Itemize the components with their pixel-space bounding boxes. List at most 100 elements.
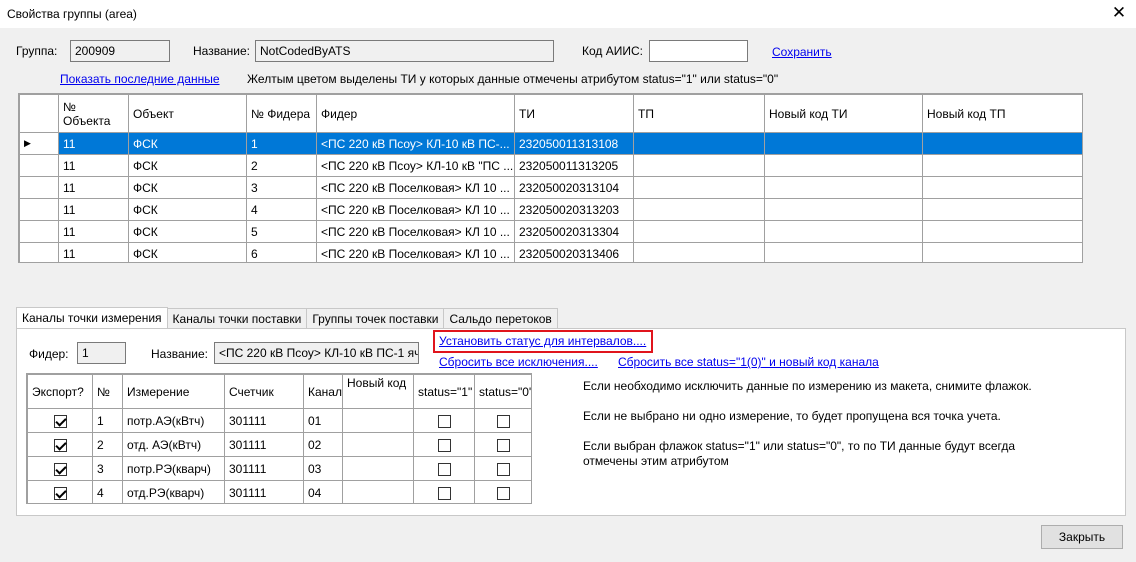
cell-feeder-no[interactable]: 6 (246, 242, 317, 262)
cell-channel[interactable]: 03 (303, 456, 343, 481)
cell-obj[interactable]: 11 (58, 198, 129, 221)
cell-ti[interactable]: 232050011313108 (514, 132, 634, 155)
col-feeder[interactable]: Фидер (316, 94, 515, 133)
channel-row[interactable]: 4 отд.РЭ(кварч) 301111 04 (27, 480, 531, 503)
cell-channel[interactable]: 04 (303, 480, 343, 503)
channels-grid[interactable]: Экспорт? № Измерение Счетчик Канал Новый… (26, 373, 532, 504)
cell-ti[interactable]: 232050020313406 (514, 242, 634, 262)
channel-row[interactable]: 2 отд. АЭ(кВтч) 301111 02 (27, 432, 531, 457)
cell-obj[interactable]: 11 (58, 220, 129, 243)
cell-feeder[interactable]: <ПС 220 кВ Поселковая> КЛ 10 ... (316, 220, 515, 243)
cell-new-code[interactable] (342, 480, 414, 503)
table-row[interactable]: 11 ФСК 4 <ПС 220 кВ Поселковая> КЛ 10 ... 23… (19, 198, 1082, 221)
col-status-0[interactable]: status="0" (474, 374, 531, 409)
cell-feeder-no[interactable]: 1 (246, 132, 317, 155)
status-0-checkbox[interactable] (497, 462, 510, 476)
cell-feeder[interactable]: <ПС 220 кВ Псоу> КЛ-10 кВ "ПС ... (316, 154, 515, 177)
cell-object[interactable]: ФСК (128, 154, 247, 177)
cell-feeder[interactable]: <ПС 220 кВ Поселковая> КЛ 10 ... (316, 242, 515, 262)
cell-new-ti[interactable] (764, 220, 923, 243)
cell-new-ti[interactable] (764, 176, 923, 199)
status-0-checkbox[interactable] (497, 414, 510, 428)
col-new-tp[interactable]: Новый код ТП (922, 94, 1082, 133)
cell-new-ti[interactable] (764, 132, 923, 155)
cell-object[interactable]: ФСК (128, 198, 247, 221)
row-header[interactable] (19, 198, 59, 221)
cell-object[interactable]: ФСК (128, 132, 247, 155)
main-grid[interactable]: № Объекта Объект № Фидера Фидер ТИ ТП Но… (18, 93, 1083, 263)
export-checkbox[interactable] (53, 486, 67, 500)
export-checkbox[interactable] (53, 462, 67, 476)
show-last-data-link[interactable]: Показать последние данные (60, 72, 220, 86)
cell-channel[interactable]: 01 (303, 408, 343, 433)
cell-new-tp[interactable] (922, 132, 1082, 155)
status-1-checkbox[interactable] (437, 438, 451, 452)
col-tp[interactable]: ТП (633, 94, 765, 133)
cell-meter[interactable]: 301111 (224, 408, 304, 433)
status-1-checkbox[interactable] (437, 462, 451, 476)
cell-object[interactable]: ФСК (128, 176, 247, 199)
table-row[interactable]: 11 ФСК 5 <ПС 220 кВ Поселковая> КЛ 10 ... 23… (19, 220, 1082, 243)
col-feeder-no[interactable]: № Фидера (246, 94, 317, 133)
status-1-checkbox[interactable] (437, 414, 451, 428)
cell-n[interactable]: 2 (92, 432, 123, 457)
panel-name-field[interactable]: <ПС 220 кВ Псоу> КЛ-10 кВ ПС-1 яч (214, 342, 419, 364)
cell-tp[interactable] (633, 220, 765, 243)
tab-flow-balance[interactable]: Сальдо перетоков (443, 308, 558, 329)
cell-measure[interactable]: потр.АЭ(кВтч) (122, 408, 225, 433)
col-object[interactable]: Объект (128, 94, 247, 133)
cell-ti[interactable]: 232050011313205 (514, 154, 634, 177)
cell-n[interactable]: 1 (92, 408, 123, 433)
row-header[interactable] (19, 176, 59, 199)
col-meter[interactable]: Счетчик (224, 374, 304, 409)
status-1-checkbox[interactable] (437, 486, 451, 500)
status-0-checkbox[interactable] (497, 438, 510, 452)
row-header[interactable] (19, 242, 59, 262)
group-field[interactable]: 200909 (70, 40, 170, 62)
export-checkbox[interactable] (53, 414, 67, 428)
cell-meter[interactable]: 301111 (224, 456, 304, 481)
cell-new-code[interactable] (342, 456, 414, 481)
col-ti[interactable]: ТИ (514, 94, 634, 133)
table-row[interactable]: 11 ФСК 2 <ПС 220 кВ Псоу> КЛ-10 кВ "ПС ... 2… (19, 154, 1082, 177)
cell-feeder-no[interactable]: 2 (246, 154, 317, 177)
cell-new-tp[interactable] (922, 198, 1082, 221)
cell-obj[interactable]: 11 (58, 242, 129, 262)
cell-measure[interactable]: отд. АЭ(кВтч) (122, 432, 225, 457)
cell-new-tp[interactable] (922, 176, 1082, 199)
cell-obj[interactable]: 11 (58, 132, 129, 155)
save-link[interactable]: Сохранить (772, 45, 832, 59)
channel-row[interactable]: 1 потр.АЭ(кВтч) 301111 01 (27, 408, 531, 433)
cell-object[interactable]: ФСК (128, 242, 247, 262)
cell-new-ti[interactable] (764, 154, 923, 177)
cell-feeder[interactable]: <ПС 220 кВ Поселковая> КЛ 10 ... (316, 176, 515, 199)
cell-new-ti[interactable] (764, 242, 923, 262)
reset-status-link[interactable]: Сбросить все status="1(0)" и новый код к… (618, 355, 879, 369)
export-checkbox[interactable] (53, 438, 67, 452)
cell-feeder-no[interactable]: 4 (246, 198, 317, 221)
cell-ti[interactable]: 232050020313104 (514, 176, 634, 199)
cell-new-tp[interactable] (922, 220, 1082, 243)
col-new-code[interactable]: Новый код (342, 374, 414, 409)
cell-feeder-no[interactable]: 5 (246, 220, 317, 243)
cell-new-tp[interactable] (922, 242, 1082, 262)
close-icon[interactable]: ✕ (1104, 0, 1134, 28)
name-field[interactable]: NotCodedByATS (255, 40, 554, 62)
cell-meter[interactable]: 301111 (224, 432, 304, 457)
close-button[interactable]: Закрыть (1041, 525, 1123, 549)
cell-new-ti[interactable] (764, 198, 923, 221)
tab-measurement-channels[interactable]: Каналы точки измерения (16, 307, 168, 330)
cell-tp[interactable] (633, 198, 765, 221)
col-status-1[interactable]: status="1" (413, 374, 475, 409)
cell-n[interactable]: 4 (92, 480, 123, 503)
cell-feeder[interactable]: <ПС 220 кВ Поселковая> КЛ 10 ... (316, 198, 515, 221)
table-row[interactable]: 11 ФСК 6 <ПС 220 кВ Поселковая> КЛ 10 ... 23… (19, 242, 1082, 262)
row-header[interactable] (19, 220, 59, 243)
table-row[interactable]: ▶ 11 ФСК 1 <ПС 220 кВ Псоу> КЛ-10 кВ ПС-... 2… (19, 132, 1082, 155)
col-export[interactable]: Экспорт? (27, 374, 93, 409)
cell-tp[interactable] (633, 176, 765, 199)
col-number[interactable]: № (92, 374, 123, 409)
cell-ti[interactable]: 232050020313304 (514, 220, 634, 243)
col-measure[interactable]: Измерение (122, 374, 225, 409)
tab-supply-channels[interactable]: Каналы точки поставки (166, 308, 308, 329)
